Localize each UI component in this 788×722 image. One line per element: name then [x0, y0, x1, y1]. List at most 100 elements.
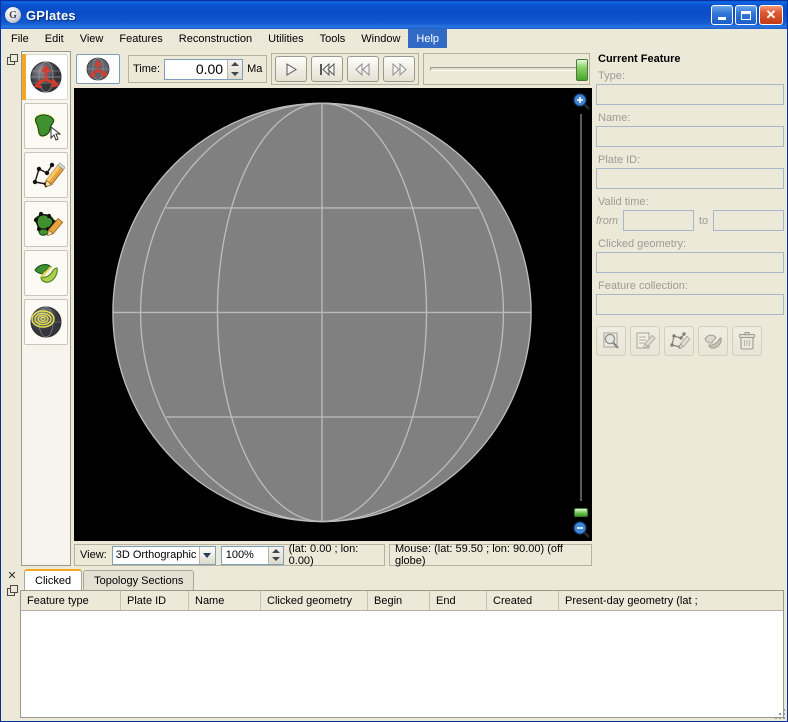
tab-topology-sections[interactable]: Topology Sections: [83, 570, 195, 590]
valid-time-to-field[interactable]: [713, 210, 784, 231]
undock-icon[interactable]: [7, 585, 18, 596]
column-header-created[interactable]: Created: [487, 591, 559, 610]
continent-vertices-icon: [33, 211, 64, 237]
column-header-present-day-geometry[interactable]: Present-day geometry (lat ;: [559, 591, 783, 610]
feature-name-label: Name:: [598, 112, 631, 124]
time-control-group: Time: 0.00 Ma: [128, 55, 268, 83]
feature-action-buttons: [596, 322, 784, 356]
animation-slider-track[interactable]: [430, 59, 588, 81]
menu-bar: File Edit View Features Reconstruction U…: [1, 29, 787, 49]
column-header-feature-type[interactable]: Feature type: [21, 591, 121, 610]
center-column: Time: 0.00 Ma View: 3D Orthographic 100%…: [74, 51, 592, 567]
gplates-main-window: G GPlates ✕ File Edit View Features Reco…: [0, 0, 788, 722]
menu-window[interactable]: Window: [353, 29, 408, 48]
zoom-in-magnifier-icon: [572, 92, 590, 110]
close-icon[interactable]: ✕: [7, 571, 16, 582]
feature-name-field[interactable]: [596, 126, 784, 147]
globe-canvas[interactable]: [74, 88, 570, 541]
measure-distance-tool[interactable]: [24, 299, 68, 345]
globe-view-row: [74, 88, 592, 541]
playback-button-group: [271, 53, 420, 85]
clicked-geometry-field[interactable]: [596, 252, 784, 273]
close-button[interactable]: ✕: [759, 5, 783, 25]
maximize-button[interactable]: [735, 5, 757, 25]
digitise-polyline-tool[interactable]: [24, 152, 68, 198]
client-area: Time: 0.00 Ma View: 3D Orthographic 100%…: [1, 49, 787, 721]
column-header-begin[interactable]: Begin: [368, 591, 430, 610]
menu-features[interactable]: Features: [111, 29, 170, 48]
clicked-geometry-label: Clicked geometry:: [598, 238, 687, 250]
zoom-rail-handle[interactable]: [574, 508, 588, 517]
trash-icon: [739, 332, 755, 350]
zoom-rail-track[interactable]: [580, 114, 582, 501]
table-body[interactable]: [21, 611, 783, 717]
clone-icon: [704, 334, 722, 349]
tool-palette: [21, 51, 71, 566]
feature-type-field[interactable]: [596, 84, 784, 105]
view-status-bar: View: 3D Orthographic 100% (lat: 0.00 ; …: [74, 541, 592, 567]
current-feature-panel: Current Feature Type: Name: Plate ID: Va…: [592, 51, 784, 566]
zoom-in-button[interactable]: [572, 92, 590, 110]
globe-arrows-icon: [30, 61, 62, 93]
edit-geometry-button[interactable]: [664, 326, 694, 356]
column-header-clicked-geometry[interactable]: Clicked geometry: [261, 591, 368, 610]
resize-grip[interactable]: [773, 707, 785, 719]
menu-tools[interactable]: Tools: [312, 29, 354, 48]
skip-to-start-icon: [320, 62, 335, 76]
query-feature-button[interactable]: [596, 326, 626, 356]
valid-time-from-field[interactable]: [623, 210, 694, 231]
zoom-percent-spinbox[interactable]: 100%: [220, 545, 284, 565]
chevron-down-icon[interactable]: [198, 546, 215, 564]
magnifier-document-icon: [603, 332, 619, 349]
zoom-out-button[interactable]: [572, 520, 590, 538]
bottom-dock-tabs: Clicked Topology Sections: [20, 569, 784, 590]
feature-type-label: Type:: [598, 70, 625, 82]
time-unit-label: Ma: [247, 63, 263, 75]
zoom-spin-arrows[interactable]: [267, 546, 283, 564]
step-forward-button[interactable]: [383, 56, 416, 82]
edit-feature-button[interactable]: [630, 326, 660, 356]
gplates-logo-icon: G: [5, 7, 21, 23]
menu-utilities[interactable]: Utilities: [260, 29, 311, 48]
animation-slider-handle[interactable]: [576, 59, 588, 81]
menu-view[interactable]: View: [72, 29, 112, 48]
click-geometry-tool[interactable]: [24, 103, 68, 149]
drag-globe-button[interactable]: [76, 54, 120, 84]
feature-collection-field[interactable]: [596, 294, 784, 315]
column-header-plate-id[interactable]: Plate ID: [121, 591, 189, 610]
valid-time-label: Valid time:: [598, 196, 649, 208]
camera-position-label: (lat: 0.00 ; lon: 0.00): [288, 543, 359, 567]
animation-slider[interactable]: [423, 53, 590, 85]
play-button[interactable]: [275, 56, 308, 82]
time-value[interactable]: 0.00: [165, 59, 228, 79]
split-feature-tool[interactable]: [24, 250, 68, 296]
step-back-button[interactable]: [347, 56, 380, 82]
minimize-button[interactable]: [711, 5, 733, 25]
clone-feature-button[interactable]: [698, 326, 728, 356]
tool-dock-handle-column: [4, 51, 21, 566]
move-vertex-tool[interactable]: [24, 201, 68, 247]
time-spinbox[interactable]: 0.00: [164, 58, 244, 80]
menu-edit[interactable]: Edit: [37, 29, 72, 48]
feature-plate-id-label: Plate ID:: [598, 154, 641, 166]
menu-reconstruction[interactable]: Reconstruction: [171, 29, 260, 48]
seek-beginning-button[interactable]: [311, 56, 344, 82]
menu-file[interactable]: File: [3, 29, 37, 48]
column-header-name[interactable]: Name: [189, 591, 261, 610]
fast-forward-icon: [392, 62, 408, 76]
undock-icon[interactable]: [7, 54, 18, 65]
menu-help[interactable]: Help: [408, 29, 448, 48]
feature-plate-id-field[interactable]: [596, 168, 784, 189]
time-spin-arrows[interactable]: [227, 59, 243, 79]
projection-value: 3D Orthographic: [115, 549, 197, 561]
column-header-end[interactable]: End: [430, 591, 487, 610]
delete-feature-button[interactable]: [732, 326, 762, 356]
view-controls-cell: View: 3D Orthographic 100% (lat: 0.00 ; …: [74, 543, 385, 567]
window-controls: ✕: [711, 5, 785, 25]
view-label: View:: [80, 549, 107, 561]
drag-globe-tool[interactable]: [22, 54, 68, 100]
polyline-pencil-icon: [32, 162, 65, 188]
tab-clicked[interactable]: Clicked: [24, 569, 83, 590]
projection-combobox[interactable]: 3D Orthographic: [111, 545, 216, 565]
globe-render: [90, 89, 554, 540]
